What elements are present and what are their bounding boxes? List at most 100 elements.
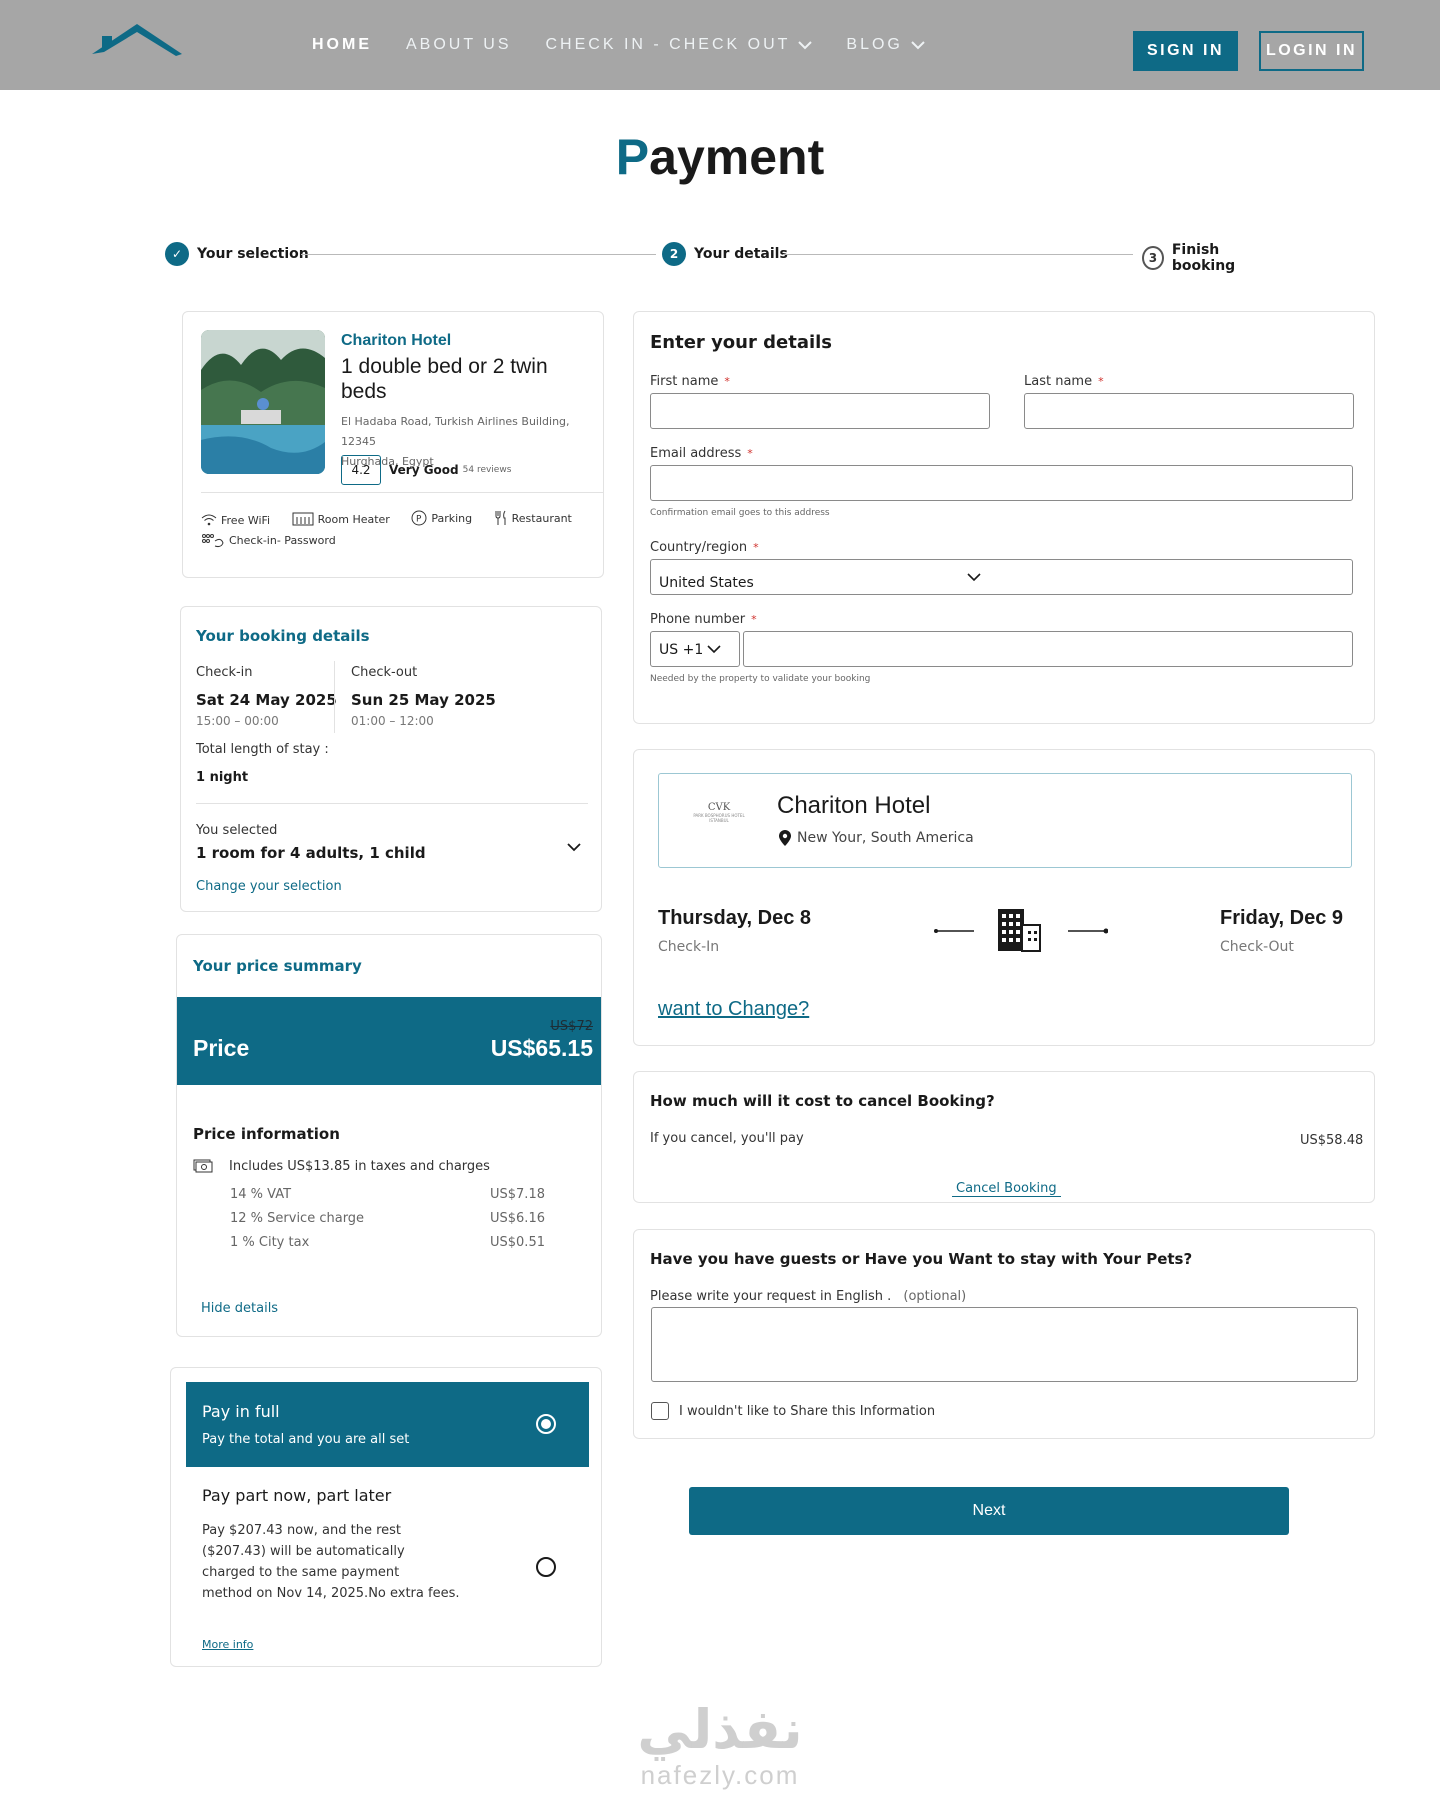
nav-home[interactable]: HOME xyxy=(312,36,372,54)
nav-check-in-out[interactable]: CHECK IN - CHECK OUT xyxy=(546,36,813,54)
required-asterisk: * xyxy=(747,447,753,460)
step-label: Finish booking xyxy=(1171,242,1236,274)
nav-blog[interactable]: BLOG xyxy=(846,36,925,54)
tax-name: 1 % City tax xyxy=(230,1235,310,1250)
form-title: Enter your details xyxy=(650,332,833,353)
logo-text: CVK xyxy=(707,802,731,813)
sign-in-button[interactable]: SIGN IN xyxy=(1133,31,1238,71)
pay-part-line: ($207.43) will be automatically xyxy=(202,1544,405,1559)
step-number-badge: 3 xyxy=(1142,246,1164,270)
price-summary-card: Your price summary Price US$72 US$65.15 … xyxy=(176,934,602,1337)
rating-score-badge: 4.2 xyxy=(341,455,381,485)
email-label: Email address * xyxy=(650,446,753,461)
amenity-label: Check-in- Password xyxy=(229,534,336,547)
pay-full-title: Pay in full xyxy=(202,1402,280,1421)
hotel-card: Chariton Hotel 1 double bed or 2 twin be… xyxy=(182,311,604,578)
phone-code-select[interactable]: US +1 xyxy=(650,631,740,667)
next-button[interactable]: Next xyxy=(689,1487,1289,1535)
special-request-card: Have you have guests or Have you Want to… xyxy=(633,1229,1375,1439)
pay-part-description: Pay $207.43 now, and the rest ($207.43) … xyxy=(202,1520,502,1604)
amenity-wifi: Free WiFi xyxy=(201,514,270,527)
last-name-input[interactable] xyxy=(1024,393,1354,429)
no-share-checkbox[interactable] xyxy=(651,1402,669,1420)
page-title-rest: ayment xyxy=(649,129,825,185)
amenity-restaurant: Restaurant xyxy=(494,510,572,526)
step-your-details[interactable]: 2 Your details xyxy=(662,242,788,266)
tax-name: 12 % Service charge xyxy=(230,1211,365,1226)
first-name-label-text: First name xyxy=(650,374,719,389)
cancel-booking-link[interactable]: Cancel Booking xyxy=(952,1181,1061,1197)
pay-part-line: charged to the same payment xyxy=(202,1565,400,1580)
change-dates-link[interactable]: want to Change? xyxy=(658,998,809,1021)
hotel-logo: CVK PARK BOSPHORUS HOTEL ISTANBUL xyxy=(687,802,751,823)
hotel-photo xyxy=(201,330,325,474)
last-name-label: Last name * xyxy=(1024,374,1104,389)
tax-name: 14 % VAT xyxy=(230,1187,292,1202)
watermark-latin: nafezly.com xyxy=(640,1760,800,1790)
keypad-icon xyxy=(202,533,224,547)
tax-row: 1 % City tax US$0.51 xyxy=(230,1235,545,1250)
optional-tag: (optional) xyxy=(903,1289,967,1304)
address-line: El Hadaba Road, Turkish Airlines Buildin… xyxy=(341,415,570,448)
required-asterisk: * xyxy=(753,541,759,554)
hide-details-link[interactable]: Hide details xyxy=(201,1301,278,1316)
taxes-included: Includes US$13.85 in taxes and charges xyxy=(229,1159,490,1174)
pay-full-radio[interactable] xyxy=(536,1414,556,1434)
price-bar: Price US$72 US$65.15 xyxy=(177,997,601,1085)
price-discounted: US$65.15 xyxy=(490,1035,593,1061)
stay-checkout-label: Check-Out xyxy=(1220,939,1294,955)
room-title: 1 double bed or 2 twin beds xyxy=(341,355,548,403)
divider xyxy=(201,492,603,493)
phone-number-input[interactable] xyxy=(743,631,1353,667)
more-info-link[interactable]: More info xyxy=(202,1638,253,1651)
stay-hotel-name: Chariton Hotel xyxy=(777,792,931,819)
cancel-text: If you cancel, you'll pay xyxy=(650,1131,804,1146)
nav-about-label: ABOUT US xyxy=(406,36,512,53)
chevron-down-icon[interactable] xyxy=(566,841,582,853)
price-info-title: Price information xyxy=(193,1125,340,1143)
first-name-input[interactable] xyxy=(650,393,990,429)
price-original: US$72 xyxy=(550,1019,593,1034)
stay-checkin-date: Thursday, Dec 8 xyxy=(658,907,812,929)
change-selection-link[interactable]: Change your selection xyxy=(196,879,342,894)
cancel-amount: US$58.48 xyxy=(1300,1133,1364,1148)
email-label-text: Email address xyxy=(650,446,742,461)
chevron-down-icon xyxy=(911,41,925,50)
nav-about-us[interactable]: ABOUT US xyxy=(406,36,512,54)
stay-checkin-label: Check-In xyxy=(658,939,720,955)
amenities-list: Free WiFi Room Heater P Parking Restaura… xyxy=(201,510,591,555)
step-finish-booking[interactable]: 3 Finish booking xyxy=(1142,242,1275,274)
required-asterisk: * xyxy=(1098,375,1104,388)
home-roof-logo-icon[interactable] xyxy=(92,22,182,58)
parking-icon: P xyxy=(411,510,427,526)
hotel-name[interactable]: Chariton Hotel xyxy=(341,332,451,350)
nafezly-watermark: نفذلي nafezly.com xyxy=(560,1700,880,1791)
main-nav: HOME ABOUT US CHECK IN - CHECK OUT BLOG xyxy=(312,0,959,90)
tax-amount: US$6.16 xyxy=(490,1211,545,1226)
pay-part-radio[interactable] xyxy=(536,1557,556,1577)
stay-location: New Your, South America xyxy=(797,830,974,846)
login-button[interactable]: LOGIN IN xyxy=(1259,31,1364,71)
required-asterisk: * xyxy=(724,375,730,388)
email-input[interactable] xyxy=(650,465,1353,501)
pay-in-full-option[interactable]: Pay in full Pay the total and you are al… xyxy=(186,1382,589,1467)
phone-label: Phone number * xyxy=(650,612,757,627)
pay-part-title[interactable]: Pay part now, part later xyxy=(202,1486,391,1505)
no-share-label: I wouldn't like to Share this Informatio… xyxy=(679,1404,936,1419)
country-select[interactable]: United States xyxy=(650,559,1353,595)
step-your-selection[interactable]: ✓ Your selection xyxy=(165,242,309,266)
special-request-textarea[interactable] xyxy=(651,1307,1358,1382)
checkin-label: Check-in xyxy=(196,665,253,680)
pay-part-line: Pay $207.43 now, and the rest xyxy=(202,1523,402,1538)
hotel-building-icon xyxy=(934,909,1108,952)
email-hint: Confirmation email goes to this address xyxy=(650,508,830,518)
checkin-date: Sat 24 May 2025 xyxy=(196,691,337,709)
selected-label: You selected xyxy=(196,823,278,838)
selected-value: 1 room for 4 adults, 1 child xyxy=(196,844,426,862)
page-title: Payment xyxy=(0,128,1440,186)
request-label: Please write your request in English . (… xyxy=(650,1289,966,1304)
last-name-label-text: Last name xyxy=(1024,374,1093,389)
payment-options-card: Pay in full Pay the total and you are al… xyxy=(170,1367,602,1667)
money-icon xyxy=(193,1159,213,1173)
booking-stepper: ✓ Your selection 2 Your details 3 Finish… xyxy=(165,242,1275,274)
